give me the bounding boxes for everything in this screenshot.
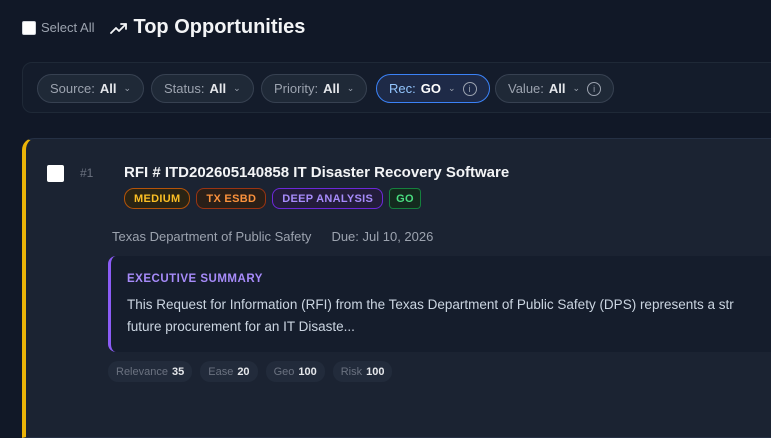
filter-rec[interactable]: Rec: GO ⌄ i	[376, 74, 490, 103]
score-value: 100	[366, 365, 385, 378]
summary-text: This Request for Information (RFI) from …	[127, 294, 771, 338]
priority-badge: MEDIUM	[124, 188, 191, 209]
page-title: Top Opportunities	[133, 16, 306, 38]
filter-status[interactable]: Status: All ⌄	[151, 74, 254, 103]
score-label: Risk	[340, 365, 363, 378]
score-ease: Ease 20	[200, 361, 258, 382]
recommendation-badge: GO	[389, 188, 421, 209]
due-date: Due: Jul 10, 2026	[331, 229, 434, 244]
filter-label: Rec:	[389, 81, 416, 96]
agency-name: Texas Department of Public Safety	[112, 229, 312, 244]
filter-value: All	[209, 81, 227, 96]
title-wrap: Top Opportunities	[110, 16, 305, 39]
filter-label: Value:	[508, 81, 544, 96]
executive-summary: EXECUTIVE SUMMARY This Request for Infor…	[108, 256, 771, 352]
chevron-down-icon: ⌄	[233, 83, 241, 93]
filter-label: Status:	[164, 81, 205, 96]
summary-line: This Request for Information (RFI) from …	[127, 297, 734, 312]
badge-row: MEDIUM TX ESBD DEEP ANALYSIS GO	[124, 188, 421, 209]
filter-value[interactable]: Value: All ⌄ i	[495, 74, 615, 103]
score-relevance: Relevance 35	[108, 361, 193, 382]
header: Select All Top Opportunities	[22, 16, 305, 39]
opportunity-meta: Texas Department of Public Safety Due: J…	[112, 229, 433, 244]
score-value: 20	[237, 365, 250, 378]
filter-value: All	[548, 81, 566, 96]
opportunity-rank: #1	[80, 166, 94, 180]
summary-label: EXECUTIVE SUMMARY	[127, 273, 263, 285]
trending-up-icon	[110, 21, 128, 35]
score-risk: Risk 100	[332, 361, 393, 382]
filter-priority[interactable]: Priority: All ⌄	[261, 74, 368, 103]
summary-line: future procurement for an IT Disaste...	[127, 319, 355, 334]
score-row: Relevance 35 Ease 20 Geo 100 Risk 100	[108, 361, 393, 382]
filter-source[interactable]: Source: All ⌄	[37, 74, 144, 103]
score-label: Ease	[208, 365, 234, 378]
chevron-down-icon: ⌄	[572, 83, 581, 93]
filter-value: All	[99, 81, 117, 96]
filter-value: GO	[420, 81, 441, 96]
score-label: Geo	[273, 365, 295, 378]
score-label: Relevance	[116, 365, 168, 378]
opportunity-title[interactable]: RFI # ITD202605140858 IT Disaster Recove…	[124, 164, 509, 181]
filter-label: Priority:	[274, 81, 319, 96]
info-icon[interactable]: i	[587, 81, 602, 96]
select-all-label: Select All	[41, 20, 95, 35]
info-icon[interactable]: i	[462, 81, 477, 96]
chevron-down-icon: ⌄	[123, 83, 131, 93]
chevron-down-icon: ⌄	[447, 83, 456, 93]
select-all[interactable]: Select All	[22, 20, 94, 35]
source-badge: TX ESBD	[196, 188, 267, 209]
filter-value: All	[323, 81, 340, 96]
score-value: 35	[171, 365, 185, 378]
score-value: 100	[298, 365, 317, 378]
opportunity-checkbox[interactable]	[47, 165, 64, 182]
chevron-down-icon: ⌄	[346, 83, 355, 93]
filter-label: Source:	[50, 81, 95, 96]
select-all-checkbox[interactable]	[22, 20, 36, 35]
analysis-badge: DEEP ANALYSIS	[272, 188, 384, 209]
score-geo: Geo 100	[265, 361, 325, 382]
filter-bar: Source: All ⌄ Status: All ⌄ Priority: Al…	[22, 62, 771, 113]
